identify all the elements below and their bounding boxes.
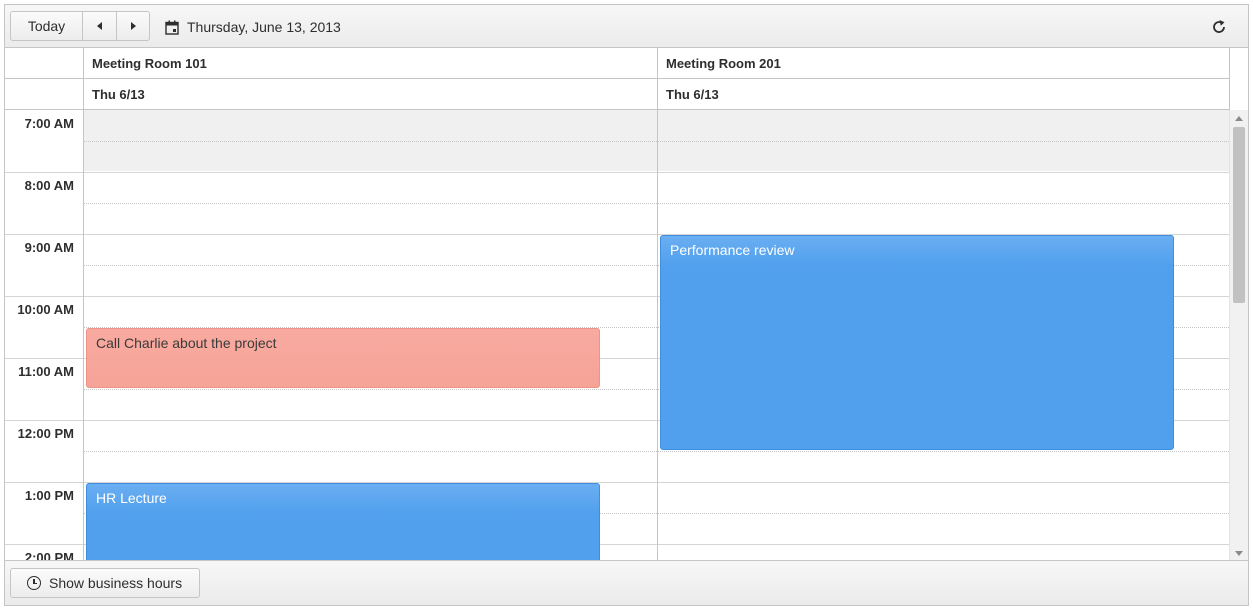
time-label: 8:00 AM bbox=[24, 178, 74, 193]
calendar-icon bbox=[165, 20, 179, 35]
event[interactable]: HR Lecture bbox=[86, 483, 600, 562]
current-date-label: Thursday, June 13, 2013 bbox=[187, 19, 341, 35]
show-business-hours-label: Show business hours bbox=[49, 575, 183, 591]
previous-button[interactable] bbox=[82, 11, 117, 41]
triangle-left-icon bbox=[97, 22, 102, 30]
time-label: 11:00 AM bbox=[18, 364, 74, 379]
scroll-down-icon[interactable] bbox=[1235, 551, 1243, 556]
column-divider bbox=[83, 110, 84, 562]
resource-header-room-201: Meeting Room 201 bbox=[657, 48, 1231, 78]
date-header-room-101[interactable]: Thu 6/13 bbox=[83, 79, 657, 109]
resource-header-room-101: Meeting Room 101 bbox=[83, 48, 657, 78]
toolbar: Today Thursday, June 13, 2013 bbox=[5, 5, 1248, 48]
current-date-selector[interactable]: Thursday, June 13, 2013 bbox=[165, 16, 341, 38]
footer: Show business hours bbox=[5, 560, 1248, 605]
show-business-hours-button[interactable]: Show business hours bbox=[10, 568, 200, 598]
time-label: 10:00 AM bbox=[17, 302, 74, 317]
refresh-icon[interactable] bbox=[1210, 18, 1228, 36]
resource-name: Meeting Room 201 bbox=[666, 55, 781, 71]
header-scroll-spacer bbox=[1229, 48, 1248, 110]
event-title: Call Charlie about the project bbox=[96, 335, 277, 351]
triangle-right-icon bbox=[130, 22, 136, 30]
time-grid[interactable]: 7:00 AM 8:00 AM 9:00 AM 10:00 AM 11:00 AM 12:… bbox=[5, 110, 1231, 562]
column-divider bbox=[657, 110, 658, 562]
next-button[interactable] bbox=[116, 11, 150, 41]
event-title: Performance review bbox=[670, 242, 795, 258]
time-label: 7:00 AM bbox=[24, 116, 74, 131]
time-label: 1:00 PM bbox=[24, 488, 74, 503]
date-label: Thu 6/13 bbox=[666, 86, 719, 102]
time-column: 7:00 AM 8:00 AM 9:00 AM 10:00 AM 11:00 AM 12:… bbox=[5, 110, 83, 562]
hour-line bbox=[5, 172, 1231, 173]
time-label: 9:00 AM bbox=[24, 240, 74, 255]
event-title: HR Lecture bbox=[96, 490, 167, 506]
scroll-up-icon[interactable] bbox=[1235, 116, 1243, 121]
date-label: Thu 6/13 bbox=[92, 86, 145, 102]
resource-name: Meeting Room 101 bbox=[92, 55, 207, 71]
vertical-scrollbar[interactable] bbox=[1229, 110, 1248, 562]
event[interactable]: Performance review bbox=[660, 235, 1174, 450]
date-header-row: Thu 6/13 Thu 6/13 bbox=[5, 79, 1231, 110]
date-header-room-201[interactable]: Thu 6/13 bbox=[657, 79, 1231, 109]
event[interactable]: Call Charlie about the project bbox=[86, 328, 600, 388]
scrollbar-thumb[interactable] bbox=[1233, 127, 1245, 303]
scheduler: Today Thursday, June 13, 2013 Meeting Ro… bbox=[4, 4, 1249, 606]
today-button[interactable]: Today bbox=[10, 11, 83, 41]
clock-icon bbox=[27, 576, 41, 590]
time-label: 12:00 PM bbox=[17, 426, 74, 441]
resource-header-row: Meeting Room 101 Meeting Room 201 bbox=[5, 48, 1231, 79]
